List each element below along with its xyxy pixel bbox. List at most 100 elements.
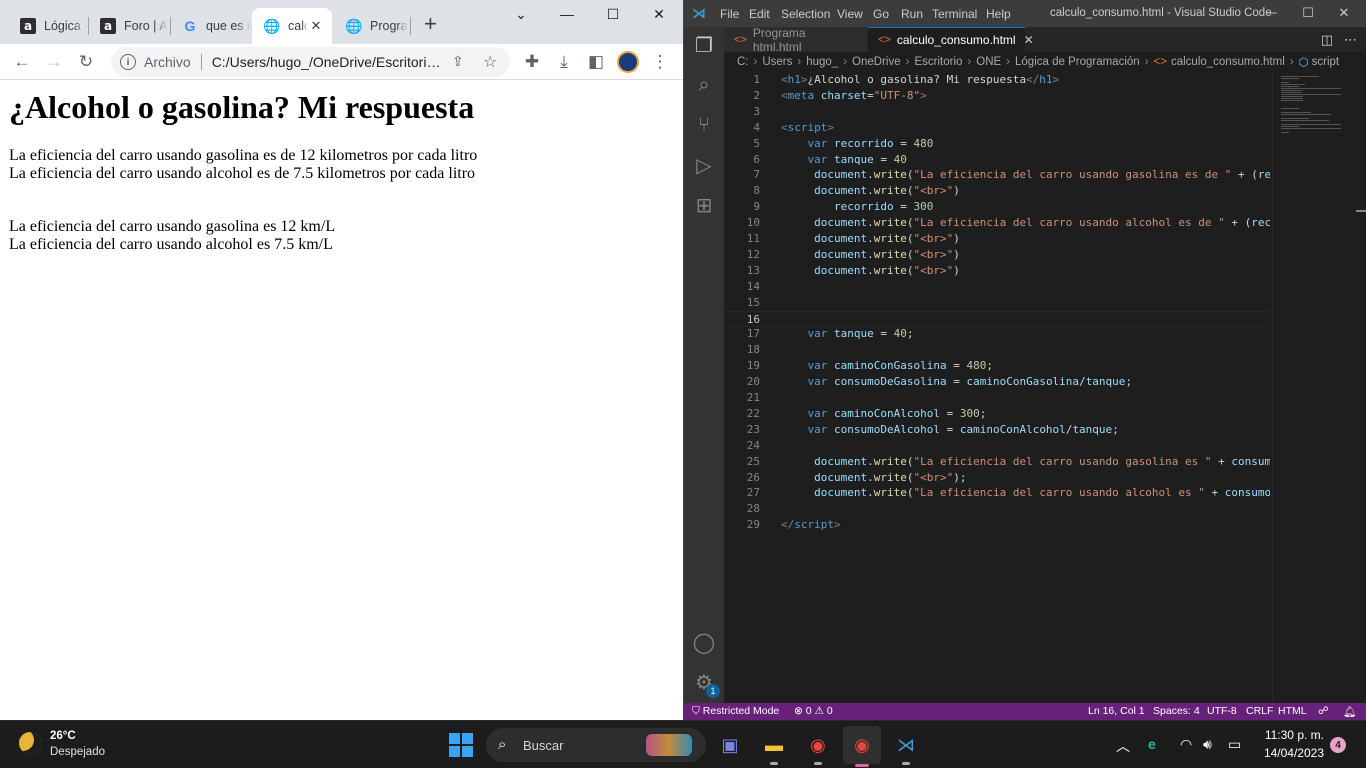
editor-tab-calculo[interactable]: <> calculo_consumo.html ✕ <box>868 27 1034 52</box>
maximize-icon[interactable]: ☐ <box>598 4 628 24</box>
run-debug-icon[interactable]: ▷ <box>692 153 716 177</box>
eol-status[interactable]: CRLF <box>1246 705 1273 717</box>
explorer-icon[interactable]: ❐ <box>692 33 716 57</box>
maximize-icon[interactable]: ☐ <box>1298 5 1318 21</box>
code-line[interactable]: 25 document.write("La eficiencia del car… <box>724 454 1270 470</box>
split-editor-icon[interactable]: ◫ ⋯ <box>1321 32 1357 48</box>
vscode-taskbar-icon[interactable]: ⋊ <box>892 731 920 765</box>
share-icon[interactable]: ⇪ <box>452 53 464 70</box>
code-line[interactable]: 2 <meta charset="UTF-8"> <box>724 88 1270 104</box>
tab-foro[interactable]: a Foro | Alura <box>88 8 168 44</box>
language-mode[interactable]: HTML <box>1278 705 1307 717</box>
feedback-icon[interactable]: ☍ <box>1318 705 1329 717</box>
breadcrumb-item[interactable]: C: <box>737 56 749 68</box>
code-line[interactable]: 13 document.write("<br>") <box>724 263 1270 279</box>
minimize-icon[interactable]: — <box>552 4 582 24</box>
problems-status[interactable]: ⊗ 0 ⚠ 0 <box>794 705 833 717</box>
code-line[interactable]: 23 var consumoDeAlcohol = caminoConAlcoh… <box>724 422 1270 438</box>
editor-tab-programa[interactable]: <> Programa html.html <box>724 26 868 54</box>
code-line[interactable]: 6 var tanque = 40 <box>724 152 1270 168</box>
weather-description[interactable]: Despejado <box>50 746 105 758</box>
code-line[interactable]: 1 <h1>¿Alcohol o gasolina? Mi respuesta</… <box>724 72 1270 88</box>
code-line[interactable]: 4 <script> <box>724 120 1270 136</box>
menu-selection[interactable]: Selection <box>781 7 830 21</box>
accounts-icon[interactable]: ◯ <box>692 630 716 654</box>
code-line[interactable]: 29 </script> <box>724 517 1270 533</box>
tab-programa-html[interactable]: 🌐 Programa html.html <box>334 8 408 44</box>
code-editor[interactable]: 1 <h1>¿Alcohol o gasolina? Mi respuesta</… <box>724 72 1270 702</box>
code-line[interactable]: 9 recorrido = 300 <box>724 199 1270 215</box>
menu-file[interactable]: File <box>720 7 739 21</box>
minimize-icon[interactable]: ─ <box>1262 5 1282 20</box>
volume-icon[interactable]: 🔊︎ <box>1203 736 1212 753</box>
breadcrumb-item[interactable]: script <box>1312 56 1339 68</box>
notification-count-badge[interactable]: 4 <box>1330 737 1346 753</box>
code-line[interactable]: 5 var recorrido = 480 <box>724 136 1270 152</box>
close-window-icon[interactable]: ✕ <box>1334 5 1354 21</box>
edge-icon[interactable]: e <box>1148 736 1156 752</box>
close-tab-icon[interactable]: ✕ <box>1024 33 1034 47</box>
bookmark-star-icon[interactable]: ☆ <box>483 52 497 72</box>
file-explorer-icon[interactable]: ▬ <box>760 731 788 765</box>
breadcrumb-item[interactable]: hugo_ <box>806 56 838 68</box>
menu-terminal[interactable]: Terminal <box>932 7 977 21</box>
info-icon[interactable]: i <box>120 54 136 70</box>
breadcrumb-item[interactable]: ONE <box>976 56 1001 68</box>
restricted-mode-status[interactable]: ⛉ Restricted Mode <box>692 705 779 718</box>
code-line[interactable]: 22 var caminoConAlcohol = 300; <box>724 406 1270 422</box>
code-line[interactable]: 12 document.write("<br>") <box>724 247 1270 263</box>
code-line[interactable]: 24 <box>724 438 1270 454</box>
side-panel-icon[interactable]: ◧ <box>584 50 608 74</box>
encoding-status[interactable]: UTF-8 <box>1207 705 1237 717</box>
code-line[interactable]: 7 document.write("La eficiencia del carr… <box>724 167 1270 183</box>
back-arrow-icon[interactable]: ← <box>10 50 34 74</box>
menu-help[interactable]: Help <box>986 7 1011 21</box>
show-hidden-icons-chevron-icon[interactable]: ︿ <box>1116 736 1130 756</box>
code-line[interactable]: 16 <box>724 310 1270 327</box>
extensions-puzzle-icon[interactable]: ✚ <box>520 50 544 74</box>
code-line[interactable]: 10 document.write("La eficiencia del car… <box>724 215 1270 231</box>
menu-edit[interactable]: Edit <box>749 7 770 21</box>
kebab-menu-icon[interactable]: ⋮ <box>648 50 672 74</box>
new-tab-button[interactable]: + <box>424 13 437 35</box>
battery-icon[interactable]: ▭ <box>1228 736 1241 753</box>
code-line[interactable]: 18 <box>724 342 1270 358</box>
menu-run[interactable]: Run <box>901 7 923 21</box>
code-line[interactable]: 8 document.write("<br>") <box>724 183 1270 199</box>
settings-gear-icon[interactable]: ⚙ 1 <box>692 670 720 698</box>
breadcrumb-item[interactable]: Lógica de Programación <box>1015 56 1140 68</box>
address-bar[interactable]: i Archivo C:/Users/hugo_/OneDrive/Escrit… <box>111 47 510 77</box>
search-icon[interactable]: ⌕ <box>692 73 716 97</box>
indentation-status[interactable]: Spaces: 4 <box>1153 705 1200 717</box>
tab-search-chevron-icon[interactable]: ⌄ <box>506 4 536 24</box>
taskbar-search[interactable]: ⌕ Buscar <box>486 728 706 762</box>
code-line[interactable]: 28 <box>724 501 1270 517</box>
breadcrumb-item[interactable]: calculo_consumo.html <box>1171 56 1285 68</box>
close-tab-icon[interactable]: ✕ <box>308 18 324 34</box>
code-line[interactable]: 26 document.write("<br>"); <box>724 470 1270 486</box>
code-line[interactable]: 3 <box>724 104 1270 120</box>
breadcrumb-item[interactable]: Escritorio <box>914 56 962 68</box>
editor-scrollbar[interactable] <box>1356 72 1366 702</box>
wifi-icon[interactable]: ◠ <box>1180 736 1192 753</box>
notifications-bell-icon[interactable]: 🔔︎ <box>1343 705 1356 718</box>
weather-temperature[interactable]: 26°C <box>50 730 76 742</box>
code-line[interactable]: 14 <box>724 279 1270 295</box>
minimap[interactable] <box>1272 72 1352 702</box>
menu-go[interactable]: Go <box>873 7 889 21</box>
code-line[interactable]: 11 document.write("<br>") <box>724 231 1270 247</box>
chrome-icon[interactable]: ◉ <box>804 731 832 765</box>
clock-time[interactable]: 11:30 p. m. <box>1264 728 1324 742</box>
breadcrumb-item[interactable]: Users <box>762 56 792 68</box>
tab-google-search[interactable]: G que es una variable <box>170 8 250 44</box>
forward-arrow-icon[interactable]: → <box>42 50 66 74</box>
tab-logica[interactable]: a Lógica de programación <box>8 8 86 44</box>
code-line[interactable]: 27 document.write("La eficiencia del car… <box>724 485 1270 501</box>
code-line[interactable]: 19 var caminoConGasolina = 480; <box>724 358 1270 374</box>
menu-view[interactable]: View <box>837 7 863 21</box>
close-window-icon[interactable]: ✕ <box>644 4 674 24</box>
extensions-icon[interactable]: ⊞ <box>692 193 716 217</box>
source-control-icon[interactable]: ⑂ <box>692 113 716 137</box>
code-line[interactable]: 15 <box>724 295 1270 311</box>
cursor-position[interactable]: Ln 16, Col 1 <box>1088 705 1145 717</box>
